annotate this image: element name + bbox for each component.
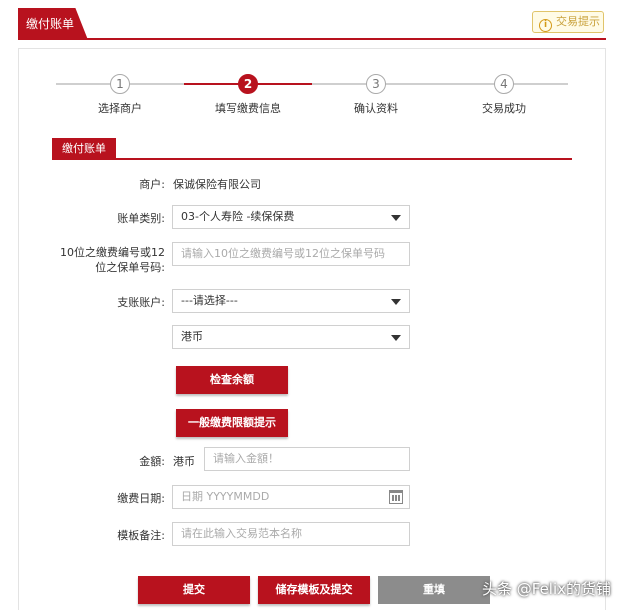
merchant-value: 保诚保险有限公司 [173, 178, 261, 191]
remark-placeholder: 请在此输入交易范本名称 [181, 527, 302, 540]
step-3-circle: 3 [366, 74, 386, 94]
section-title: 缴付账单 [52, 138, 116, 160]
amount-placeholder: 请输入金額！ [213, 452, 279, 465]
step-3-label: 确认资料 [354, 102, 398, 115]
policy-number-label: 10位之缴费编号或12 位之保单号码: [40, 245, 165, 275]
remark-input[interactable]: 请在此输入交易范本名称 [172, 522, 410, 546]
bill-type-label: 账单类别: [117, 212, 165, 225]
account-value: ---请选择--- [181, 294, 238, 307]
policy-number-placeholder: 请输入10位之缴费编号或12位之保单号码 [181, 247, 385, 260]
step-connector [128, 83, 184, 85]
amount-input[interactable]: 请输入金額！ [204, 447, 410, 471]
amount-label: 金額: [139, 455, 165, 468]
currency-select[interactable]: 港币 [172, 325, 410, 349]
chevron-down-icon [391, 299, 401, 305]
account-label: 支账账户: [117, 296, 165, 309]
policy-number-label-line2: 位之保单号码: [95, 261, 165, 274]
step-2-circle: 2 [238, 74, 258, 94]
chevron-down-icon [391, 335, 401, 341]
progress-stepper: 1 2 3 4 选择商户 填写缴费信息 确认资料 交易成功 [0, 0, 635, 120]
bill-type-value: 03-个人寿险 -续保保费 [181, 210, 295, 223]
step-4-circle: 4 [494, 74, 514, 94]
currency-value: 港币 [181, 330, 203, 343]
limit-tip-button[interactable]: 一般缴费限额提示 [176, 409, 288, 437]
check-balance-button[interactable]: 检查余额 [176, 366, 288, 394]
step-1-label: 选择商户 [98, 102, 142, 115]
step-1-circle: 1 [110, 74, 130, 94]
bill-type-select[interactable]: 03-个人寿险 -续保保费 [172, 205, 410, 229]
section-divider [52, 158, 572, 160]
chevron-down-icon [391, 215, 401, 221]
reset-button[interactable]: 重填 [378, 576, 490, 604]
step-connector [312, 83, 568, 85]
account-select[interactable]: ---请选择--- [172, 289, 410, 313]
amount-currency: 港币 [173, 455, 195, 468]
step-2-label: 填写缴费信息 [215, 102, 281, 115]
remark-label: 模板备注: [117, 529, 165, 542]
calendar-icon[interactable] [389, 490, 403, 504]
step-4-label: 交易成功 [482, 102, 526, 115]
date-input[interactable]: 日期 YYYYMMDD [172, 485, 410, 509]
watermark: 头条 @Felix的货铺 [482, 580, 612, 598]
policy-number-input[interactable]: 请输入10位之缴费编号或12位之保单号码 [172, 242, 410, 266]
merchant-label: 商户: [139, 178, 165, 191]
policy-number-label-line1: 10位之缴费编号或12 [60, 246, 165, 259]
date-placeholder: 日期 YYYYMMDD [181, 490, 270, 503]
date-label: 缴费日期: [117, 492, 165, 505]
submit-button[interactable]: 提交 [138, 576, 250, 604]
save-and-submit-button[interactable]: 储存模板及提交 [258, 576, 370, 604]
